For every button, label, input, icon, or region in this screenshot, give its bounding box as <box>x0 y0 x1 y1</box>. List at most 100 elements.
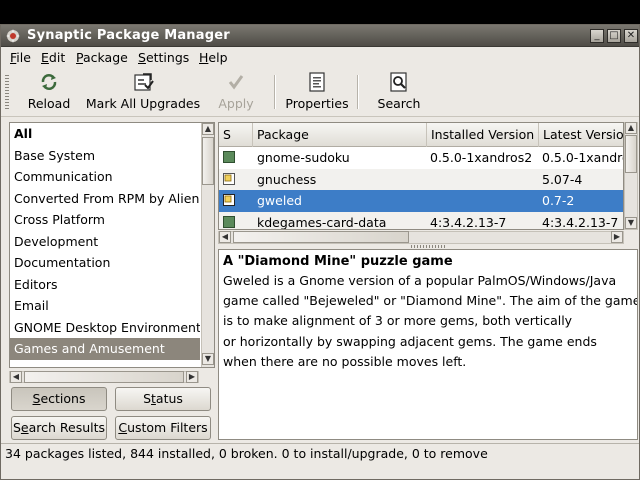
menu-settings-mnemonic: S <box>138 50 146 65</box>
custom-filters-mnemonic: C <box>118 420 128 435</box>
maximize-button[interactable]: □ <box>607 29 621 43</box>
scroll-up-icon[interactable]: ▲ <box>202 123 214 135</box>
section-list: All Base System Communication Converted … <box>9 122 215 368</box>
status-bar: 34 packages listed, 844 installed, 0 bro… <box>1 443 639 463</box>
search-button[interactable]: Search <box>371 69 427 115</box>
mark-all-upgrades-label: Mark All Upgrades <box>85 96 201 111</box>
menu-file[interactable]: File <box>10 50 31 65</box>
scroll-left-icon[interactable]: ◀ <box>219 231 231 243</box>
menu-edit-mnemonic: E <box>41 50 49 65</box>
column-header-package[interactable]: Package <box>253 123 427 147</box>
section-item-communication[interactable]: Communication <box>10 166 200 188</box>
reload-icon <box>41 74 57 90</box>
section-item-editors[interactable]: Editors <box>10 274 200 296</box>
scroll-right-icon[interactable]: ▶ <box>611 231 623 243</box>
apply-label: Apply <box>218 96 254 111</box>
section-item-base-system[interactable]: Base System <box>10 145 200 167</box>
section-item-all[interactable]: All <box>10 123 200 145</box>
package-description: A "Diamond Mine" puzzle game Gweled is a… <box>218 249 638 440</box>
menu-help-mnemonic: H <box>199 50 209 65</box>
toolbar: Reload Mark All Upgrades Apply Propertie… <box>1 67 639 117</box>
mark-upgrades-icon <box>134 73 154 91</box>
sections-filter-button[interactable]: Sections <box>11 387 107 411</box>
section-label: Converted From RPM by Alien <box>14 190 200 206</box>
mark-all-upgrades-button[interactable]: Mark All Upgrades <box>85 69 201 115</box>
package-table-scrollbar[interactable]: ▲ ▼ <box>624 122 638 230</box>
latest-version: 0.5.0-1xandros2 <box>542 150 623 165</box>
description-line: game called "Bejeweled" or "Diamond Mine… <box>223 293 638 309</box>
window-title: Synaptic Package Manager <box>27 28 230 43</box>
menu-package-label: ackage <box>82 50 128 65</box>
close-button[interactable]: ✕ <box>624 29 638 43</box>
scroll-down-icon[interactable]: ▼ <box>202 353 214 365</box>
section-item-email[interactable]: Email <box>10 295 200 317</box>
package-table-hscrollbar[interactable]: ◀ ▶ <box>218 231 624 244</box>
properties-button[interactable]: Properties <box>283 69 351 115</box>
pane-resize-handle[interactable] <box>411 245 445 248</box>
section-list-hscrollbar[interactable]: ◀ ▶ <box>9 371 199 383</box>
column-header-status[interactable]: S <box>219 123 253 147</box>
apply-button[interactable]: Apply <box>211 69 261 115</box>
new-package-icon[interactable] <box>223 194 235 206</box>
section-item-cross-platform[interactable]: Cross Platform <box>10 209 200 231</box>
section-label: Editors <box>14 276 58 292</box>
new-package-icon[interactable] <box>223 172 235 185</box>
installed-status-icon[interactable] <box>223 215 235 228</box>
search-results-label: arch Results <box>28 420 106 435</box>
latest-version: 0.7-2 <box>542 193 575 208</box>
column-header-label: S <box>223 127 231 142</box>
search-results-label-start: S <box>12 420 21 435</box>
menu-package[interactable]: Package <box>76 50 128 65</box>
hscroll-thumb[interactable] <box>233 231 409 243</box>
checkmark-icon <box>228 75 244 90</box>
column-header-latest-version[interactable]: Latest Version <box>539 123 623 147</box>
title-bar[interactable]: Synaptic Package Manager _ □ ✕ <box>1 25 639 47</box>
section-label: All <box>14 126 33 141</box>
table-row[interactable]: gnuchess 5.07-4 <box>219 168 623 190</box>
table-row-selected[interactable]: gweled 0.7-2 <box>219 190 623 212</box>
scroll-thumb[interactable] <box>625 135 637 173</box>
properties-label: Properties <box>285 96 349 111</box>
menu-edit-label: dit <box>48 50 66 65</box>
toolbar-separator-2 <box>357 75 359 109</box>
installed-version: 4:3.4.2.13-7 <box>430 214 507 230</box>
menu-edit[interactable]: Edit <box>41 50 65 65</box>
custom-filters-button[interactable]: Custom Filters <box>115 416 211 440</box>
table-row[interactable]: kdegames-card-data 4:3.4.2.13-7 4:3.4.2.… <box>219 211 623 230</box>
toolbar-separator <box>274 75 276 109</box>
menu-help[interactable]: Help <box>199 50 228 65</box>
section-item-games-and-amusement[interactable]: Games and Amusement <box>10 338 200 360</box>
table-row[interactable]: gnome-sudoku 0.5.0-1xandros2 0.5.0-1xand… <box>219 147 623 169</box>
scroll-down-icon[interactable]: ▼ <box>625 217 637 229</box>
properties-icon <box>309 72 325 92</box>
section-item-gnome-desktop[interactable]: GNOME Desktop Environment <box>10 317 200 339</box>
status-filter-button[interactable]: Status <box>115 387 211 411</box>
scroll-up-icon[interactable]: ▲ <box>625 122 637 134</box>
latest-version: 4:3.4.2.13-7 <box>542 214 619 230</box>
menu-bar: File Edit Package Settings Help <box>1 47 639 67</box>
synaptic-app-icon[interactable] <box>5 28 21 44</box>
section-list-scrollbar[interactable]: ▲ ▼ <box>201 123 214 367</box>
installed-status-icon[interactable] <box>223 151 235 163</box>
search-results-filter-button[interactable]: Search Results <box>11 416 107 440</box>
section-item-converted-from-rpm[interactable]: Converted From RPM by Alien <box>10 188 200 210</box>
description-line: Gweled is a Gnome version of a popular P… <box>223 273 617 288</box>
latest-version: 5.07-4 <box>542 171 583 187</box>
menu-settings[interactable]: Settings <box>138 50 189 65</box>
scroll-left-icon[interactable]: ◀ <box>10 371 22 383</box>
section-item-development[interactable]: Development <box>10 231 200 253</box>
column-header-installed-version[interactable]: Installed Version <box>427 123 539 147</box>
menu-help-label: elp <box>208 50 228 65</box>
minimize-button[interactable]: _ <box>590 29 604 43</box>
description-line: when there are no possible moves left. <box>223 353 467 369</box>
hscroll-thumb[interactable] <box>24 371 184 383</box>
status-label: atus <box>155 391 183 406</box>
search-icon <box>390 72 407 92</box>
menu-file-label: ile <box>16 50 31 65</box>
reload-button[interactable]: Reload <box>21 69 77 115</box>
scroll-thumb[interactable] <box>202 137 214 185</box>
scroll-right-icon[interactable]: ▶ <box>186 371 198 383</box>
section-item-documentation[interactable]: Documentation <box>10 252 200 274</box>
toolbar-grip[interactable] <box>5 75 9 109</box>
section-label: Communication <box>14 169 113 184</box>
